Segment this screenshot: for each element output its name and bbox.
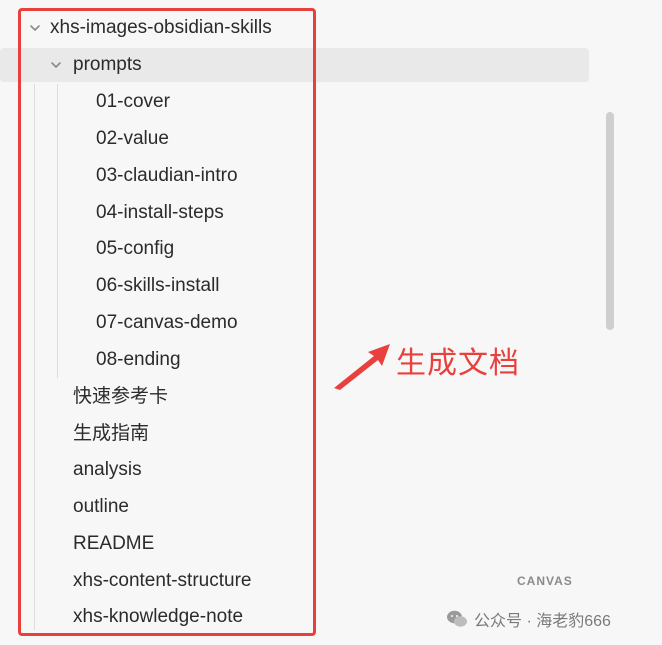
tree-file-label: outline [73,496,129,517]
chevron-down-icon[interactable] [26,11,44,45]
tree-root-folder-label: xhs-images-obsidian-skills [50,17,272,38]
tree-file-label: 04-install-steps [96,202,224,223]
annotation-label: 生成文档 [396,346,520,381]
tree-file-label: 生成指南 [73,423,150,444]
watermark-text: 公众号 · 海老豹666 [474,613,611,630]
tree-file-label: 06-skills-install [96,275,220,296]
tree-file-label: xhs-content-structure [73,570,252,591]
tree-file-label: xhs-knowledge-note [73,606,244,627]
tree-file-label: 03-claudian-intro [96,165,238,186]
tree-file-label: 07-canvas-demo [96,312,238,333]
tree-file-label: 快速参考卡 [73,386,169,407]
tree-file-label: 08-ending [96,349,181,370]
canvas-badge: CANVAS [517,574,573,588]
tree-root-folder[interactable]: xhs-images-obsidian-skills [22,11,312,45]
tree-indent-guide-prompts [57,84,58,378]
tree-file-label: analysis [73,459,142,480]
tree-file-label: README [73,533,155,554]
watermark: 公众号 · 海老豹666 [446,606,611,632]
tree-file-label: 02-value [96,128,169,149]
scrollbar[interactable] [606,112,614,330]
tree-file-label: 01-cover [96,91,170,112]
annotation-arrow-icon [334,344,390,390]
tree-folder-prompts-label: prompts [73,54,142,75]
tree-file-label: 05-config [96,238,175,259]
tree-indent-guide-root [34,84,35,630]
wechat-icon [447,610,467,627]
tree-folder-prompts[interactable]: prompts [0,48,589,82]
chevron-down-icon[interactable] [47,48,65,82]
